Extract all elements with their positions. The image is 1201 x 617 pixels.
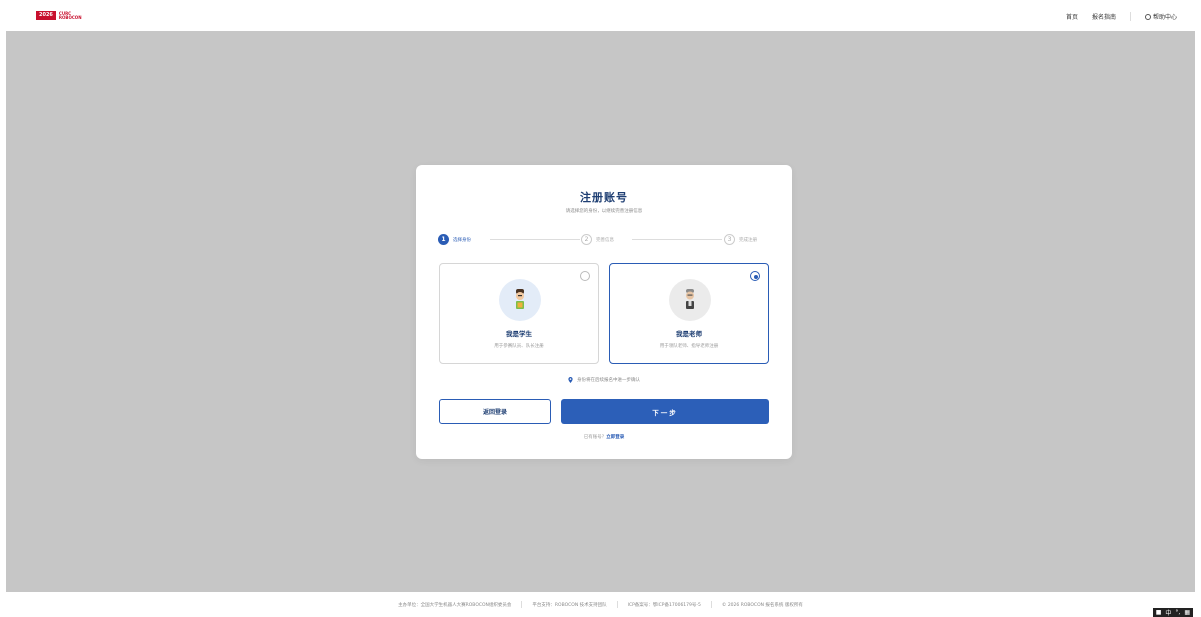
student-role-name: 我是学生	[506, 330, 532, 338]
teacher-avatar-icon	[669, 279, 711, 321]
step-1-label: 选择身份	[453, 237, 471, 243]
step-3-label: 完成注册	[739, 237, 757, 243]
robocon-logo[interactable]: 2026 CURC ROBOCON	[36, 11, 82, 20]
footer-icp-link[interactable]: ICP备案号：鄂ICP备17006179号-5	[618, 602, 711, 608]
step-3-number: 3	[724, 234, 735, 245]
location-pin-icon	[568, 377, 573, 383]
step-2: 2 完善信息	[581, 234, 614, 245]
student-radio[interactable]	[580, 271, 590, 281]
register-card: 注册账号 请选择您的身份，以继续完善注册信息 1 选择身份 2 完善信息 3 完…	[416, 165, 792, 459]
step-3: 3 完成注册	[724, 234, 757, 245]
step-1: 1 选择身份	[438, 234, 471, 245]
logo-text: CURC ROBOCON	[58, 11, 82, 20]
page-footer: 主办单位：全国大学生机器人大赛ROBOCON组织委员会 平台支持：ROBOCON…	[0, 601, 1201, 608]
logo-line2: ROBOCON	[58, 14, 82, 20]
ime-punct-icon: °,	[1175, 609, 1181, 616]
step-1-number: 1	[438, 234, 449, 245]
footer-organizer: 主办单位：全国大学生机器人大赛ROBOCON组织委员会	[398, 602, 512, 608]
help-circle-icon	[1144, 13, 1151, 20]
top-nav: 首页 报名指南 帮助中心	[1052, 12, 1177, 21]
login-prompt: 已有账号？立即登录	[416, 434, 792, 440]
step-connector-2	[632, 239, 722, 240]
step-2-label: 完善信息	[596, 237, 614, 243]
page-title: 注册账号	[580, 191, 628, 204]
nav-guide[interactable]: 报名指南	[1092, 12, 1116, 21]
footer-support: 平台支持：ROBOCON 技术支持团队	[532, 602, 607, 608]
step-connector-1	[490, 239, 580, 240]
footer-copyright: © 2026 ROBOCON 报名系统 版权所有	[721, 602, 803, 608]
nav-help[interactable]: 帮助中心	[1144, 12, 1177, 21]
identity-note: 身份将在后续报名中进一步确认	[416, 377, 792, 383]
student-role-desc: 用于参赛队员、队长注册	[494, 344, 544, 349]
role-card-teacher[interactable]: 我是老师 用于领队老师、指导老师注册	[609, 263, 769, 364]
logo-badge: 2026	[36, 11, 56, 20]
nav-divider	[1129, 12, 1131, 21]
step-2-number: 2	[581, 234, 592, 245]
stepper: 1 选择身份 2 完善信息 3 完成注册	[438, 234, 770, 246]
teacher-radio-selected[interactable]	[750, 271, 760, 281]
ime-grid-icon: ▦	[1184, 609, 1190, 616]
role-card-student[interactable]: 我是学生 用于参赛队员、队长注册	[439, 263, 599, 364]
student-avatar-icon	[499, 279, 541, 321]
back-to-login-button[interactable]: 返回登录	[439, 399, 551, 424]
nav-home[interactable]: 首页	[1066, 12, 1078, 21]
nav-help-label: 帮助中心	[1152, 14, 1177, 21]
login-prompt-text: 已有账号？	[583, 435, 607, 440]
page-subtitle: 请选择您的身份，以继续完善注册信息	[565, 209, 643, 214]
teacher-role-desc: 用于领队老师、指导老师注册	[659, 344, 719, 349]
ime-mode-icon: ■	[1155, 609, 1162, 616]
top-header: 2026 CURC ROBOCON 首页 报名指南 帮助中心	[0, 0, 1201, 31]
ime-lang-label: 中	[1165, 610, 1172, 617]
ime-indicator[interactable]: ■ 中 °, ▦	[1152, 608, 1193, 617]
teacher-role-name: 我是老师	[676, 330, 702, 338]
next-step-button[interactable]: 下一步	[561, 399, 769, 424]
login-now-link[interactable]: 立即登录	[606, 435, 624, 440]
identity-note-text: 身份将在后续报名中进一步确认	[577, 378, 640, 383]
